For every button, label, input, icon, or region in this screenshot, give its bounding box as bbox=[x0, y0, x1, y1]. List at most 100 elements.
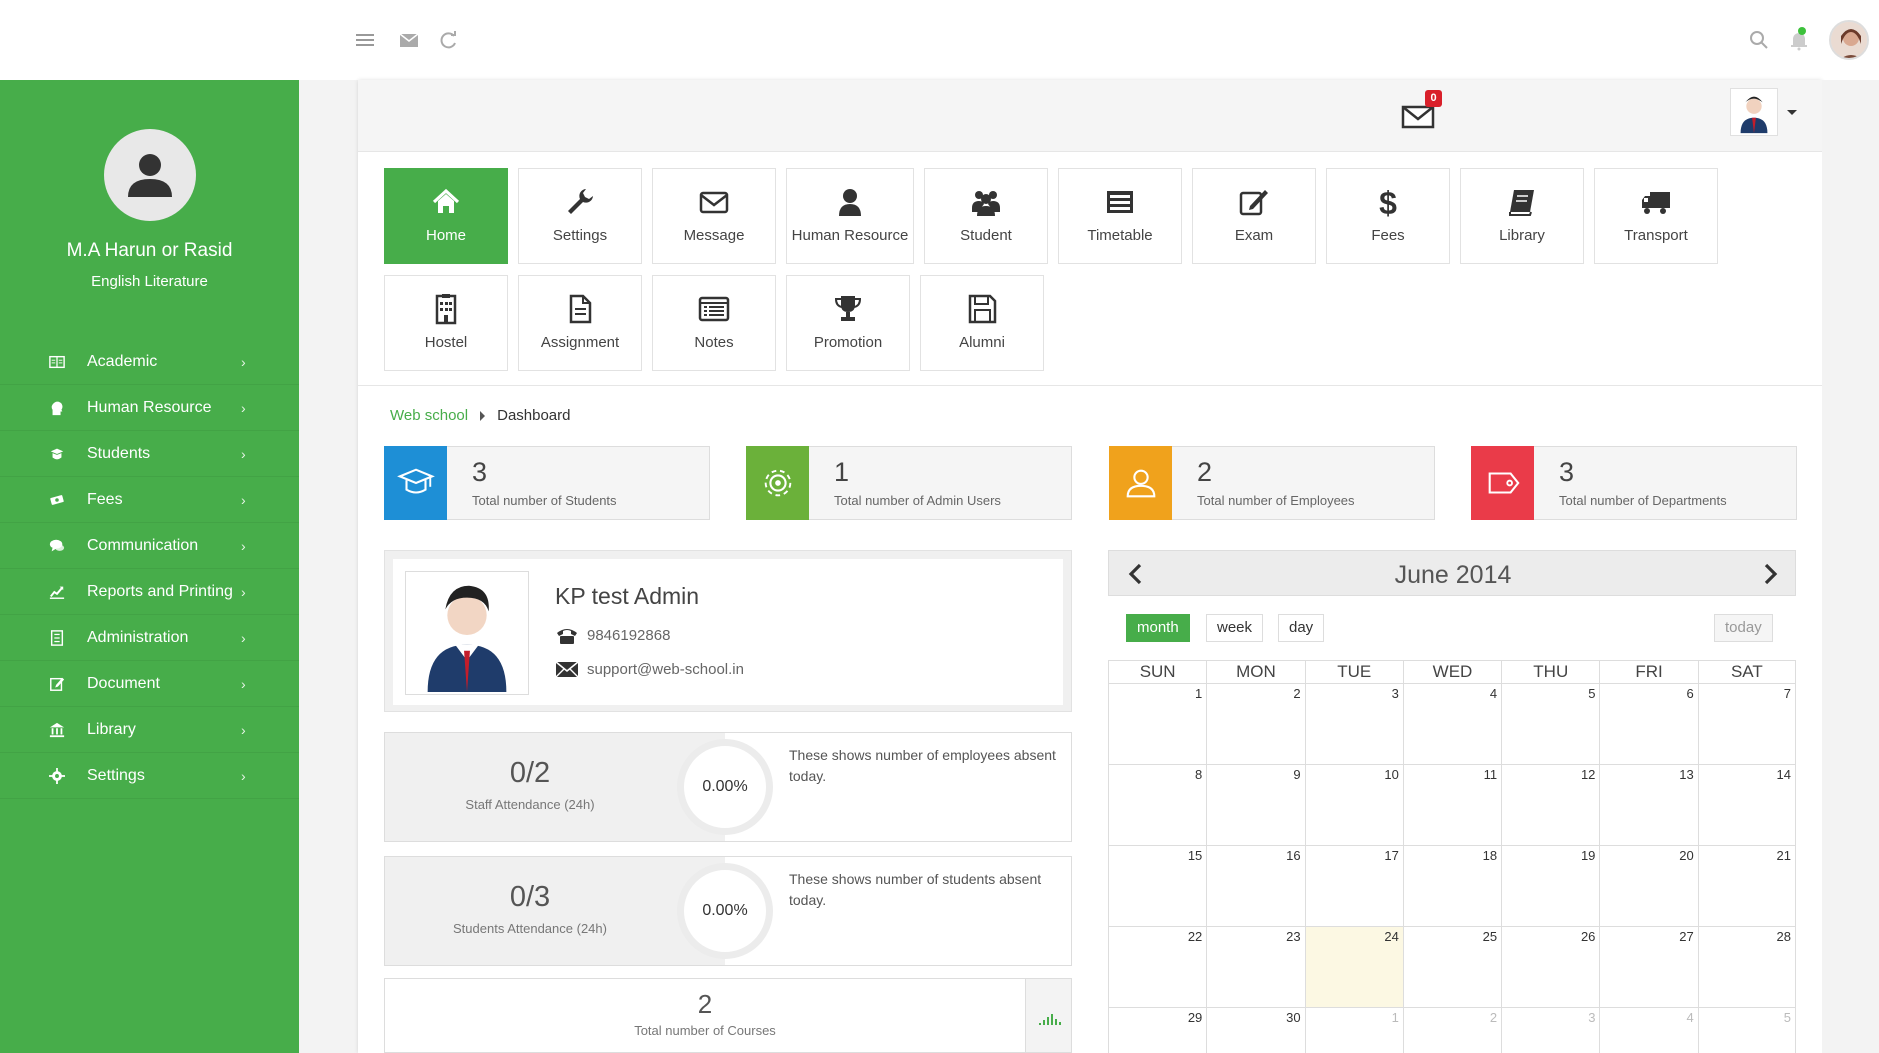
search-icon[interactable] bbox=[1747, 28, 1771, 52]
tile-message[interactable]: Message bbox=[652, 168, 776, 264]
tile-home[interactable]: Home bbox=[384, 168, 508, 264]
sidebar-item-administration[interactable]: Administration › bbox=[0, 615, 299, 661]
calendar-day[interactable]: 21 bbox=[1697, 846, 1796, 926]
day-number: 3 bbox=[1588, 1010, 1596, 1025]
tile-notes[interactable]: Notes bbox=[652, 275, 776, 371]
chevron-right-icon: › bbox=[241, 354, 246, 370]
stat-value: 3 bbox=[1559, 457, 1575, 487]
calendar-day[interactable]: 2 bbox=[1206, 684, 1304, 764]
calendar-day[interactable]: 15 bbox=[1108, 846, 1206, 926]
calendar-day[interactable]: 13 bbox=[1599, 765, 1697, 845]
calendar-day[interactable]: 29 bbox=[1108, 1008, 1206, 1053]
breadcrumb-root-link[interactable]: Web school bbox=[390, 407, 468, 424]
calendar-day[interactable]: 18 bbox=[1402, 846, 1501, 926]
calendar-day-other-month[interactable]: 5 bbox=[1697, 1008, 1796, 1053]
calendar-day-other-month[interactable]: 2 bbox=[1402, 1008, 1501, 1053]
calendar-day[interactable]: 22 bbox=[1108, 927, 1206, 1007]
calendar-day[interactable]: 6 bbox=[1599, 684, 1697, 764]
sidebar-item-reports[interactable]: Reports and Printing › bbox=[0, 569, 299, 615]
calendar-day[interactable]: 14 bbox=[1697, 765, 1796, 845]
day-number: 5 bbox=[1588, 686, 1596, 701]
tile-transport[interactable]: Transport bbox=[1594, 168, 1718, 264]
calendar-today-button[interactable]: today bbox=[1714, 614, 1773, 642]
tile-library[interactable]: Library bbox=[1460, 168, 1584, 264]
calendar-day[interactable]: 27 bbox=[1599, 927, 1697, 1007]
tile-hostel[interactable]: Hostel bbox=[384, 275, 508, 371]
day-number: 19 bbox=[1580, 848, 1596, 863]
user-dropdown-caret[interactable] bbox=[1787, 110, 1797, 115]
tile-fees[interactable]: $ Fees bbox=[1326, 168, 1450, 264]
day-number: 4 bbox=[1686, 1010, 1694, 1025]
fees-icon bbox=[48, 491, 66, 509]
calendar-day[interactable]: 11 bbox=[1402, 765, 1501, 845]
calendar-day[interactable]: 5 bbox=[1501, 684, 1599, 764]
tile-assignment[interactable]: Assignment bbox=[518, 275, 642, 371]
tile-alumni[interactable]: Alumni bbox=[920, 275, 1044, 371]
stat-card-students[interactable]: 3 Total number of Students bbox=[384, 446, 710, 520]
day-number: 12 bbox=[1580, 767, 1596, 782]
calendar-day-other-month[interactable]: 3 bbox=[1501, 1008, 1599, 1053]
tile-timetable[interactable]: Timetable bbox=[1058, 168, 1182, 264]
user-avatar[interactable] bbox=[1829, 20, 1869, 60]
calendar-day[interactable]: 20 bbox=[1599, 846, 1697, 926]
calendar-week-button[interactable]: week bbox=[1206, 614, 1264, 642]
calendar-day[interactable]: 30 bbox=[1206, 1008, 1304, 1053]
refresh-icon[interactable] bbox=[437, 28, 461, 52]
courses-chart-icon bbox=[1025, 979, 1071, 1052]
sidebar-item-academic[interactable]: Academic › bbox=[0, 339, 299, 385]
sidebar-item-fees[interactable]: Fees › bbox=[0, 477, 299, 523]
calendar-day[interactable]: 25 bbox=[1402, 927, 1501, 1007]
calendar-day[interactable]: 17 bbox=[1304, 846, 1403, 926]
calendar-day[interactable]: 12 bbox=[1501, 765, 1599, 845]
stat-card-employees[interactable]: 2 Total number of Employees bbox=[1109, 446, 1435, 520]
calendar-day[interactable]: 28 bbox=[1697, 927, 1796, 1007]
calendar-next-icon[interactable] bbox=[1757, 561, 1783, 587]
calendar-day[interactable]: 7 bbox=[1697, 684, 1796, 764]
tile-human-resource[interactable]: Human Resource bbox=[786, 168, 914, 264]
calendar-day[interactable]: 10 bbox=[1304, 765, 1403, 845]
tile-exam[interactable]: Exam bbox=[1192, 168, 1316, 264]
calendar-day[interactable]: 9 bbox=[1206, 765, 1304, 845]
calendar-day[interactable]: 4 bbox=[1402, 684, 1501, 764]
sidebar-item-library[interactable]: Library › bbox=[0, 707, 299, 753]
weekday-label: SAT bbox=[1697, 661, 1796, 683]
tile-student[interactable]: Student bbox=[924, 168, 1048, 264]
tile-settings[interactable]: Settings bbox=[518, 168, 642, 264]
top-bar bbox=[0, 0, 1879, 80]
chevron-right-icon: › bbox=[241, 630, 246, 646]
calendar-day[interactable]: 26 bbox=[1501, 927, 1599, 1007]
calendar-day[interactable]: 19 bbox=[1501, 846, 1599, 926]
calendar-day-today[interactable]: 24 bbox=[1304, 927, 1403, 1007]
calendar-day[interactable]: 23 bbox=[1206, 927, 1304, 1007]
calendar-day[interactable]: 8 bbox=[1108, 765, 1206, 845]
calendar-day[interactable]: 1 bbox=[1108, 684, 1206, 764]
calendar-day[interactable]: 3 bbox=[1304, 684, 1403, 764]
tile-label: Student bbox=[960, 227, 1012, 244]
calendar-day-button[interactable]: day bbox=[1278, 614, 1325, 642]
stat-card-departments[interactable]: 3 Total number of Departments bbox=[1471, 446, 1797, 520]
courses-card[interactable]: 2 Total number of Courses bbox=[384, 978, 1072, 1053]
stat-card-admin-users[interactable]: 1 Total number of Admin Users bbox=[746, 446, 1072, 520]
sidebar-item-document[interactable]: Document › bbox=[0, 661, 299, 707]
calendar-day-other-month[interactable]: 1 bbox=[1304, 1008, 1403, 1053]
day-number: 1 bbox=[1195, 686, 1203, 701]
tile-label: Promotion bbox=[813, 334, 883, 351]
truck-icon bbox=[1595, 186, 1717, 218]
chevron-right-icon: › bbox=[241, 538, 246, 554]
header-user-avatar[interactable] bbox=[1730, 88, 1778, 136]
admin-email[interactable]: support@web-school.in bbox=[587, 661, 744, 678]
sidebar-item-settings[interactable]: Settings › bbox=[0, 753, 299, 799]
tile-promotion[interactable]: Promotion bbox=[786, 275, 910, 371]
calendar-day[interactable]: 16 bbox=[1206, 846, 1304, 926]
day-number: 27 bbox=[1679, 929, 1694, 944]
sidebar-item-students[interactable]: Students › bbox=[0, 431, 299, 477]
sidebar-item-communication[interactable]: Communication › bbox=[0, 523, 299, 569]
calendar-day-other-month[interactable]: 4 bbox=[1599, 1008, 1697, 1053]
sidebar-item-human-resource[interactable]: Human Resource › bbox=[0, 385, 299, 431]
mail-icon[interactable] bbox=[397, 28, 421, 52]
stat-label: Total number of Departments bbox=[1559, 493, 1727, 508]
calendar-month-button[interactable]: month bbox=[1126, 614, 1190, 642]
profile-avatar[interactable] bbox=[104, 129, 196, 221]
menu-icon[interactable] bbox=[353, 28, 377, 52]
background-right bbox=[1822, 80, 1879, 1053]
